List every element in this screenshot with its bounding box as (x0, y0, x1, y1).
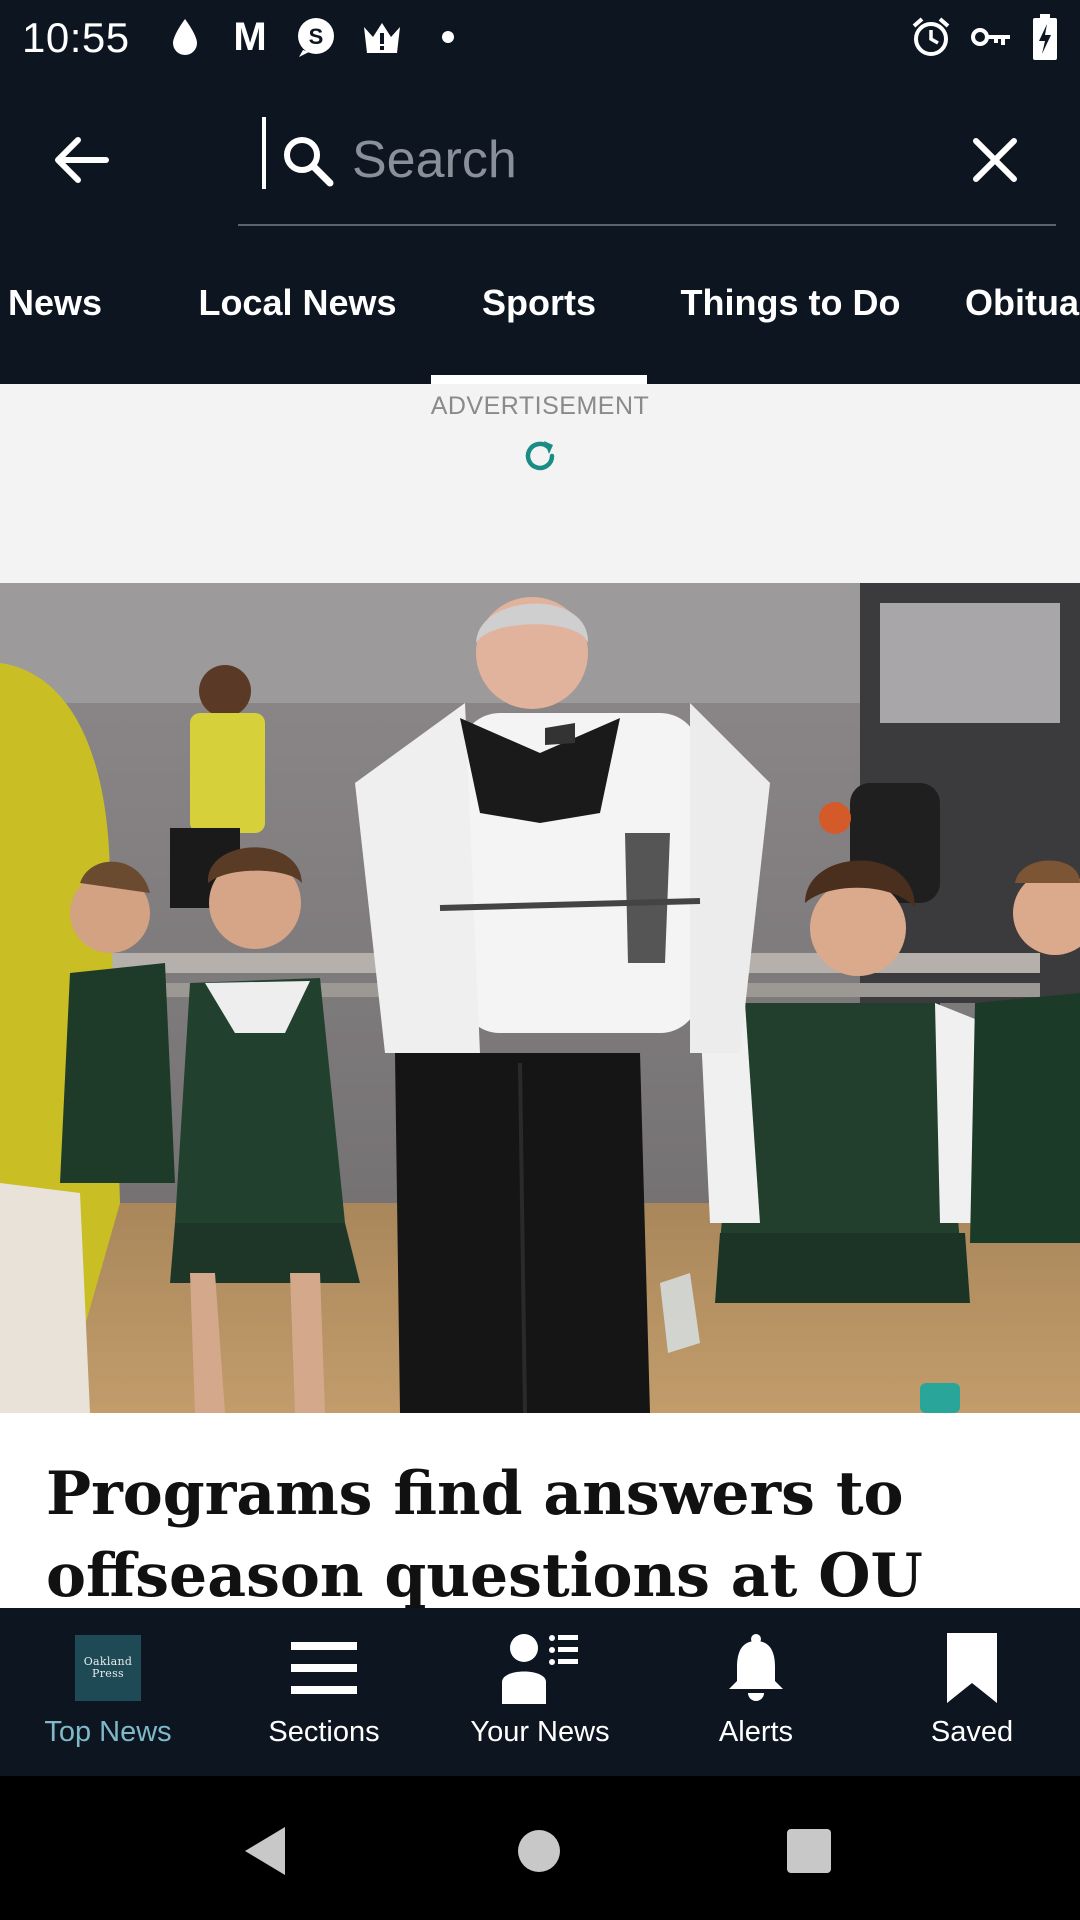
triangle-back-icon (245, 1827, 285, 1875)
nav-top-news[interactable]: Oakland Press Top News (0, 1608, 216, 1776)
close-icon (973, 138, 1017, 182)
tab-obituaries[interactable]: Obitua (965, 240, 1080, 384)
s-notification-letter: S (308, 24, 324, 49)
back-button[interactable] (42, 120, 122, 200)
nav-saved[interactable]: Saved (864, 1608, 1080, 1776)
basketball-coach-photo (0, 583, 1080, 1413)
tab-sports[interactable]: Sports (431, 240, 647, 384)
menu-icon (291, 1632, 357, 1704)
system-back-button[interactable] (230, 1816, 300, 1886)
drop-icon (165, 14, 205, 60)
oakland-press-logo-icon: Oakland Press (75, 1632, 141, 1704)
alarm-icon (908, 14, 954, 60)
person-list-icon (500, 1632, 580, 1704)
search-underline (238, 224, 1056, 226)
nav-sections[interactable]: Sections (216, 1608, 432, 1776)
square-recents-icon (787, 1829, 831, 1873)
bookmark-icon (945, 1632, 999, 1704)
article-headline[interactable]: Programs find answers to offseason quest… (46, 1453, 1056, 1608)
selected-tab-indicator (431, 375, 647, 384)
vpn-key-icon (968, 14, 1014, 60)
system-recents-button[interactable] (774, 1816, 844, 1886)
search-input[interactable] (352, 125, 912, 195)
circle-home-icon (518, 1830, 560, 1872)
nav-label-your-news: Your News (470, 1716, 610, 1748)
nav-label-alerts: Alerts (718, 1716, 794, 1748)
dot-icon (438, 14, 458, 60)
back-arrow-icon (55, 137, 109, 183)
nav-label-saved: Saved (930, 1716, 1014, 1748)
nav-alerts[interactable]: Alerts (648, 1608, 864, 1776)
advertisement-slot[interactable]: ADVERTISEMENT (0, 384, 1080, 583)
nav-your-news[interactable]: Your News (432, 1608, 648, 1776)
crown-alert-icon (360, 14, 404, 60)
refresh-icon[interactable] (520, 436, 560, 476)
system-home-button[interactable] (504, 1816, 574, 1886)
status-time: 10:55 (22, 14, 130, 61)
bell-icon (727, 1632, 785, 1704)
tab-news[interactable]: News (0, 240, 110, 384)
advertisement-label: ADVERTISEMENT (430, 392, 650, 420)
logo-line-2: Press (92, 1667, 124, 1680)
search-app-bar (0, 75, 1080, 240)
tab-things-to-do[interactable]: Things to Do (668, 240, 913, 384)
search-icon (280, 133, 336, 189)
article-card[interactable]: Programs find answers to offseason quest… (0, 1413, 1080, 1608)
article-hero-image[interactable] (0, 583, 1080, 1413)
bottom-navigation: Oakland Press Top News Sections Your New… (0, 1608, 1080, 1776)
clear-search-button[interactable] (960, 125, 1030, 195)
section-tabs: News Local News Sports Things to Do Obit… (0, 240, 1080, 384)
gmail-icon: M (233, 14, 267, 59)
battery-charging-icon (1030, 14, 1060, 60)
system-navigation-bar (0, 1776, 1080, 1920)
text-cursor (262, 117, 266, 189)
nav-label-top-news: Top News (44, 1716, 172, 1748)
status-bar: 10:55 M S (0, 0, 1080, 75)
tab-local-news[interactable]: Local News (175, 240, 420, 384)
nav-label-sections: Sections (268, 1716, 380, 1748)
